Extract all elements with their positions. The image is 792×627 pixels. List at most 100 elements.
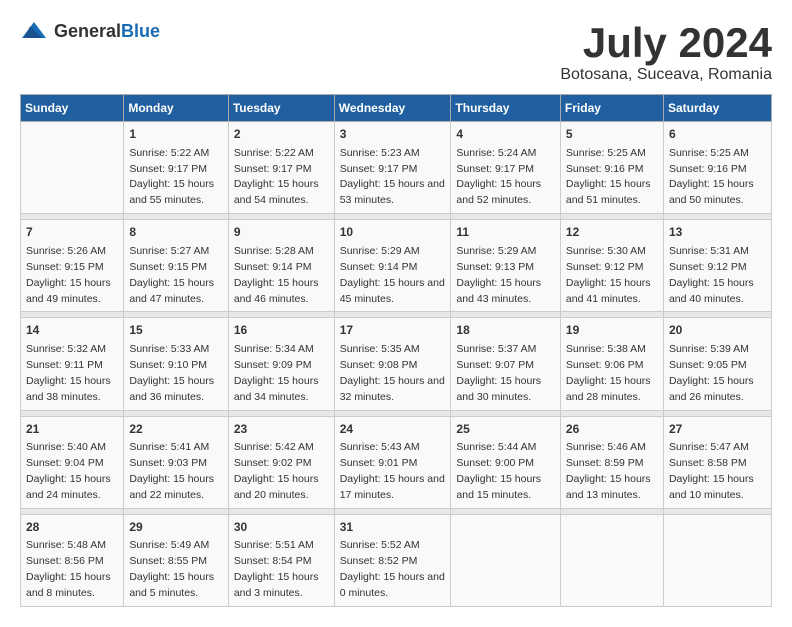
cell-sunset: Sunset: 8:52 PM <box>340 555 418 567</box>
date-number: 10 <box>340 224 446 241</box>
cell-w5-d4: 31Sunrise: 5:52 AMSunset: 8:52 PMDayligh… <box>334 514 451 606</box>
title-block: July 2024 Botosana, Suceava, Romania <box>560 20 772 84</box>
date-number: 9 <box>234 224 329 241</box>
date-number: 25 <box>456 421 555 438</box>
cell-sunset: Sunset: 9:17 PM <box>129 163 207 175</box>
calendar-table: SundayMondayTuesdayWednesdayThursdayFrid… <box>20 94 772 607</box>
cell-sunset: Sunset: 9:06 PM <box>566 359 644 371</box>
cell-sunrise: Sunrise: 5:40 AM <box>26 441 106 453</box>
cell-sunrise: Sunrise: 5:43 AM <box>340 441 420 453</box>
cell-daylight: Daylight: 15 hours and 38 minutes. <box>26 375 111 403</box>
date-number: 30 <box>234 519 329 536</box>
cell-sunset: Sunset: 9:16 PM <box>566 163 644 175</box>
cell-daylight: Daylight: 15 hours and 40 minutes. <box>669 277 754 305</box>
cell-sunset: Sunset: 9:17 PM <box>340 163 418 175</box>
cell-sunrise: Sunrise: 5:33 AM <box>129 343 209 355</box>
cell-sunrise: Sunrise: 5:48 AM <box>26 539 106 551</box>
cell-w2-d1: 7Sunrise: 5:26 AMSunset: 9:15 PMDaylight… <box>21 220 124 312</box>
cell-sunrise: Sunrise: 5:38 AM <box>566 343 646 355</box>
cell-sunset: Sunset: 9:12 PM <box>669 261 747 273</box>
cell-daylight: Daylight: 15 hours and 17 minutes. <box>340 473 445 501</box>
cell-sunset: Sunset: 9:14 PM <box>340 261 418 273</box>
cell-w3-d2: 15Sunrise: 5:33 AMSunset: 9:10 PMDayligh… <box>124 318 228 410</box>
cell-sunset: Sunset: 8:58 PM <box>669 457 747 469</box>
week-row-2: 7Sunrise: 5:26 AMSunset: 9:15 PMDaylight… <box>21 220 772 312</box>
date-number: 15 <box>129 322 222 339</box>
cell-w1-d7: 6 Sunrise: 5:25 AM Sunset: 9:16 PM Daylight… <box>663 122 771 214</box>
cell-sunset: Sunset: 8:56 PM <box>26 555 104 567</box>
logo: GeneralBlue <box>20 20 160 42</box>
cell-sunrise: Sunrise: 5:39 AM <box>669 343 749 355</box>
cell-sunset: Sunset: 9:01 PM <box>340 457 418 469</box>
cell-w4-d1: 21Sunrise: 5:40 AMSunset: 9:04 PMDayligh… <box>21 416 124 508</box>
cell-sunset: Sunset: 9:05 PM <box>669 359 747 371</box>
date-number: 12 <box>566 224 658 241</box>
cell-sunrise: Sunrise: 5:27 AM <box>129 245 209 257</box>
cell-sunrise: Sunrise: 5:34 AM <box>234 343 314 355</box>
date-number: 2 <box>234 126 329 143</box>
cell-sunset: Sunset: 9:08 PM <box>340 359 418 371</box>
cell-sunset: Sunset: 9:17 PM <box>456 163 534 175</box>
cell-sunset: Sunset: 8:54 PM <box>234 555 312 567</box>
header-saturday: Saturday <box>663 95 771 122</box>
cell-w3-d6: 19Sunrise: 5:38 AMSunset: 9:06 PMDayligh… <box>560 318 663 410</box>
logo-icon <box>20 20 48 42</box>
week-row-5: 28 Sunrise: 5:48 AM Sunset: 8:56 PM Dayligh… <box>21 514 772 606</box>
cell-sunrise: Sunrise: 5:24 AM <box>456 147 536 159</box>
cell-sunrise: Sunrise: 5:29 AM <box>340 245 420 257</box>
cell-w1-d5: 4 Sunrise: 5:24 AM Sunset: 9:17 PM Daylight… <box>451 122 561 214</box>
header-thursday: Thursday <box>451 95 561 122</box>
logo-blue: Blue <box>121 21 160 41</box>
header-wednesday: Wednesday <box>334 95 451 122</box>
date-number: 16 <box>234 322 329 339</box>
date-number: 8 <box>129 224 222 241</box>
cell-sunset: Sunset: 8:59 PM <box>566 457 644 469</box>
cell-daylight: Daylight: 15 hours and 53 minutes. <box>340 178 445 206</box>
cell-sunrise: Sunrise: 5:22 AM <box>129 147 209 159</box>
date-number: 1 <box>129 126 222 143</box>
cell-daylight: Daylight: 15 hours and 52 minutes. <box>456 178 541 206</box>
cell-daylight: Daylight: 15 hours and 30 minutes. <box>456 375 541 403</box>
cell-sunrise: Sunrise: 5:25 AM <box>566 147 646 159</box>
cell-sunset: Sunset: 9:15 PM <box>26 261 104 273</box>
cell-w5-d7 <box>663 514 771 606</box>
date-number: 7 <box>26 224 118 241</box>
cell-daylight: Daylight: 15 hours and 50 minutes. <box>669 178 754 206</box>
cell-sunset: Sunset: 9:16 PM <box>669 163 747 175</box>
cell-sunset: Sunset: 9:14 PM <box>234 261 312 273</box>
cell-daylight: Daylight: 15 hours and 5 minutes. <box>129 571 214 599</box>
header-tuesday: Tuesday <box>228 95 334 122</box>
cell-daylight: Daylight: 15 hours and 22 minutes. <box>129 473 214 501</box>
cell-w5-d1: 28Sunrise: 5:48 AMSunset: 8:56 PMDayligh… <box>21 514 124 606</box>
cell-w4-d6: 26Sunrise: 5:46 AMSunset: 8:59 PMDayligh… <box>560 416 663 508</box>
cell-w2-d3: 9Sunrise: 5:28 AMSunset: 9:14 PMDaylight… <box>228 220 334 312</box>
date-number: 17 <box>340 322 446 339</box>
cell-w1-d2: 1Sunrise: 5:22 AMSunset: 9:17 PMDaylight… <box>124 122 228 214</box>
cell-sunrise: Sunrise: 5:35 AM <box>340 343 420 355</box>
date-number: 23 <box>234 421 329 438</box>
cell-sunset: Sunset: 9:12 PM <box>566 261 644 273</box>
header-sunday: Sunday <box>21 95 124 122</box>
date-number: 6 <box>669 126 766 143</box>
header-row: SundayMondayTuesdayWednesdayThursdayFrid… <box>21 95 772 122</box>
cell-sunset: Sunset: 9:07 PM <box>456 359 534 371</box>
cell-daylight: Daylight: 15 hours and 32 minutes. <box>340 375 445 403</box>
cell-daylight: Daylight: 15 hours and 43 minutes. <box>456 277 541 305</box>
date-number: 4 <box>456 126 555 143</box>
date-number: 20 <box>669 322 766 339</box>
cell-sunset: Sunset: 9:00 PM <box>456 457 534 469</box>
cell-sunrise: Sunrise: 5:25 AM <box>669 147 749 159</box>
date-number: 19 <box>566 322 658 339</box>
cell-daylight: Daylight: 15 hours and 36 minutes. <box>129 375 214 403</box>
cell-w5-d2: 29Sunrise: 5:49 AMSunset: 8:55 PMDayligh… <box>124 514 228 606</box>
cell-w4-d2: 22Sunrise: 5:41 AMSunset: 9:03 PMDayligh… <box>124 416 228 508</box>
cell-sunrise: Sunrise: 5:29 AM <box>456 245 536 257</box>
cell-daylight: Daylight: 15 hours and 20 minutes. <box>234 473 319 501</box>
cell-sunset: Sunset: 9:09 PM <box>234 359 312 371</box>
cell-sunset: Sunset: 9:15 PM <box>129 261 207 273</box>
date-number: 29 <box>129 519 222 536</box>
cell-w3-d1: 14Sunrise: 5:32 AMSunset: 9:11 PMDayligh… <box>21 318 124 410</box>
date-number: 28 <box>26 519 118 536</box>
cell-w1-d4: 3Sunrise: 5:23 AMSunset: 9:17 PMDaylight… <box>334 122 451 214</box>
cell-w3-d3: 16Sunrise: 5:34 AMSunset: 9:09 PMDayligh… <box>228 318 334 410</box>
